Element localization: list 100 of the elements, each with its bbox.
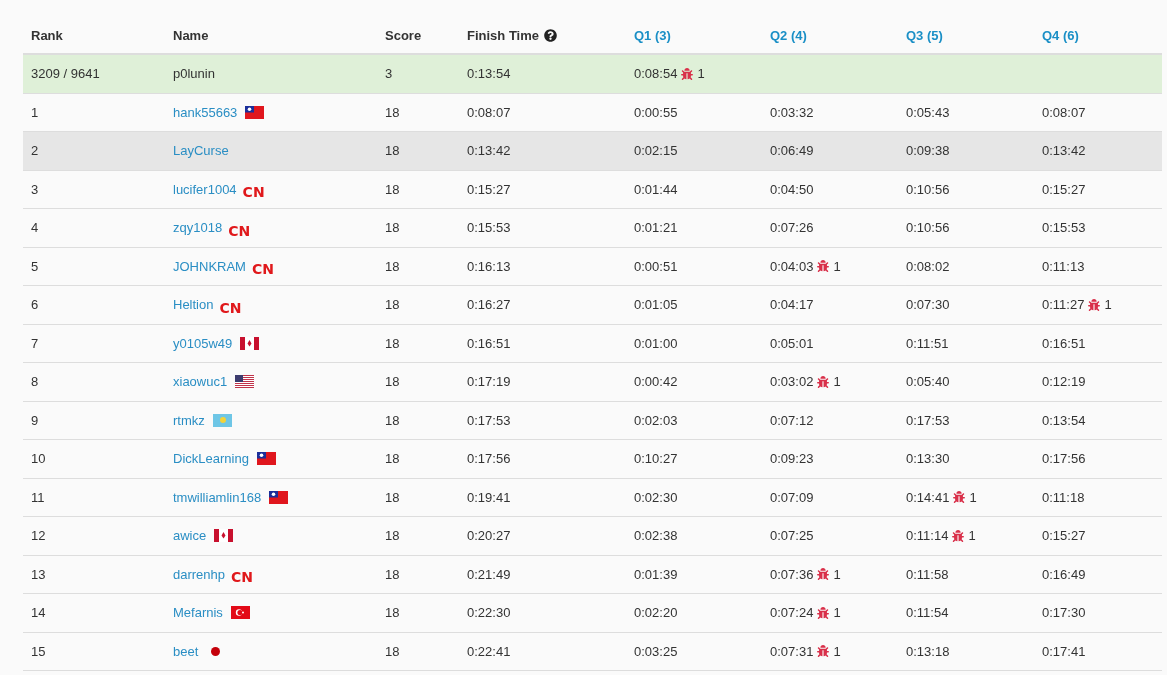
question-column-link[interactable]: Q3 (5) (906, 28, 943, 43)
finish-time: 0:15:27 (467, 181, 511, 197)
finish-time: 0:17:19 (467, 374, 511, 390)
column-header: Finish Time (467, 28, 539, 43)
question-column-link[interactable]: Q2 (4) (770, 28, 807, 43)
flag-icon (235, 375, 255, 389)
score-text: 18 (385, 489, 400, 505)
question-column-link[interactable]: Q1 (3) (634, 28, 671, 43)
solve-time: 0:02:20 (634, 605, 678, 621)
score-text: 18 (385, 143, 400, 159)
wrong-attempt-count: 1 (968, 528, 976, 544)
solve-time: 0:07:09 (770, 489, 814, 505)
question-column-link[interactable]: Q4 (6) (1042, 28, 1079, 43)
solve-time: 0:17:30 (1042, 605, 1086, 621)
solve-time: 0:11:14 (906, 528, 949, 544)
solve-time: 0:00:51 (634, 258, 678, 274)
flag-icon (230, 606, 250, 620)
help-icon[interactable] (544, 29, 557, 42)
finish-time: 0:17:56 (467, 451, 511, 467)
solve-time: 0:11:51 (906, 335, 949, 351)
bug-icon (817, 260, 830, 273)
solve-time: 0:01:39 (634, 566, 678, 582)
user-link[interactable]: DickLearning (173, 451, 249, 467)
solve-time: 0:11:54 (906, 605, 949, 621)
finish-time: 0:16:27 (467, 297, 511, 313)
solve-time: 0:15:27 (1042, 181, 1086, 197)
rank-text: 7 (31, 335, 39, 351)
solve-time: 0:07:25 (770, 528, 814, 544)
user-link[interactable]: rtmkz (173, 412, 205, 428)
user-link[interactable]: awice (173, 528, 207, 544)
bug-icon (817, 375, 830, 388)
user-link[interactable]: xiaowuc1 (173, 374, 228, 390)
rank-text: 15 (31, 643, 46, 659)
wrong-attempt-count: 1 (1104, 297, 1112, 313)
solve-time: 0:01:05 (634, 297, 678, 313)
rank-text: 14 (31, 605, 46, 621)
bug-icon (817, 606, 830, 619)
solve-time: 0:11:13 (1042, 258, 1085, 274)
score-text: 18 (385, 566, 400, 582)
column-header: Name (173, 28, 209, 43)
solve-time: 0:10:56 (906, 181, 950, 197)
user-link[interactable]: tmwilliamlin168 (173, 489, 262, 505)
user-link[interactable]: LayCurse (173, 143, 229, 159)
solve-time: 0:07:26 (770, 220, 814, 236)
solve-time: 0:13:30 (906, 451, 950, 467)
bug-icon (953, 491, 966, 504)
finish-time: 0:20:27 (467, 528, 511, 544)
bug-icon (952, 529, 965, 542)
rank-text: 9 (31, 412, 39, 428)
solve-time: 0:07:30 (906, 297, 950, 313)
score-text: 18 (385, 297, 400, 313)
user-name: p0lunin (173, 66, 215, 82)
solve-time: 0:16:51 (1042, 335, 1086, 351)
solve-time: 0:02:15 (634, 143, 678, 159)
wrong-attempt-count: 1 (697, 66, 705, 82)
solve-time: 0:10:56 (906, 220, 950, 236)
user-link[interactable]: JOHNKRAM (173, 258, 246, 274)
score-text: 18 (385, 605, 400, 621)
score-text: 18 (385, 374, 400, 390)
rank-text: 1 (31, 104, 39, 120)
finish-time: 0:15:53 (467, 220, 511, 236)
finish-time: 0:19:41 (467, 489, 511, 505)
score-text: 18 (385, 104, 400, 120)
solve-time: 0:15:53 (1042, 220, 1086, 236)
user-link[interactable]: Heltion (173, 297, 214, 313)
solve-time: 0:07:36 (770, 566, 814, 582)
rank-text: 2 (31, 143, 39, 159)
flag-icon (256, 452, 276, 466)
solve-time: 0:09:23 (770, 451, 814, 467)
user-link[interactable]: zqy1018 (173, 220, 223, 236)
solve-time: 0:11:27 (1042, 297, 1085, 313)
user-link[interactable]: lucifer1004 (173, 181, 237, 197)
user-link[interactable]: beet (173, 643, 199, 659)
score-text: 18 (385, 412, 400, 428)
solve-time: 0:03:02 (770, 374, 814, 390)
solve-time: 0:13:42 (1042, 143, 1086, 159)
rank-text: 13 (31, 566, 46, 582)
score-text: 18 (385, 335, 400, 351)
solve-time: 0:08:07 (1042, 104, 1086, 120)
solve-time: 0:13:18 (906, 643, 950, 659)
bug-icon (817, 645, 830, 658)
flag-icon (212, 413, 232, 427)
solve-time: 0:00:55 (634, 104, 678, 120)
flag-icon (214, 529, 234, 543)
flag-icon (245, 105, 265, 119)
solve-time: 0:05:01 (770, 335, 814, 351)
user-link[interactable]: Mefarnis (173, 605, 223, 621)
flag-icon (240, 336, 260, 350)
user-link[interactable]: darrenhp (173, 566, 226, 582)
wrong-attempt-count: 1 (833, 566, 841, 582)
solve-time: 0:04:50 (770, 181, 814, 197)
wrong-attempt-count: 1 (833, 258, 841, 274)
score-text: 18 (385, 181, 400, 197)
solve-time: 0:04:03 (770, 258, 814, 274)
solve-time: 0:02:03 (634, 412, 678, 428)
user-link[interactable]: y0105w49 (173, 335, 233, 351)
finish-time: 0:22:30 (467, 605, 511, 621)
finish-time: 0:08:07 (467, 104, 511, 120)
user-link[interactable]: hank55663 (173, 104, 238, 120)
solve-time: 0:08:02 (906, 258, 950, 274)
